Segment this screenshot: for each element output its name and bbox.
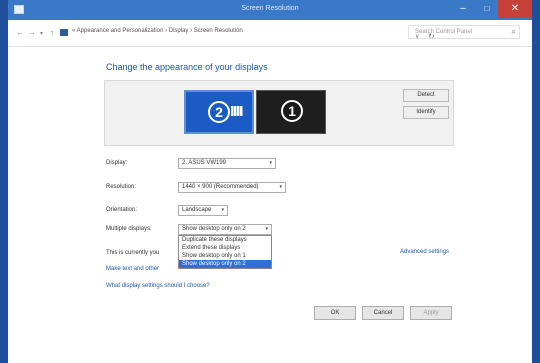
display-preview: 2 1 Detect Identify xyxy=(104,80,454,146)
monitor-1[interactable]: 1 xyxy=(256,90,326,134)
resolution-select[interactable]: 1440 × 900 (Recommended) ▾ xyxy=(178,182,286,193)
which-settings-link[interactable]: What display settings should I choose? xyxy=(106,283,210,289)
resolution-label: Resolution: xyxy=(106,184,137,190)
breadcrumb-path[interactable]: « Appearance and Personalization › Displ… xyxy=(72,28,243,34)
multiple-displays-label: Multiple displays: xyxy=(106,226,152,232)
dropdown-option-only-2[interactable]: Show desktop only on 2 xyxy=(179,260,271,268)
monitor-number: 1 xyxy=(281,100,303,122)
cancel-button[interactable]: Cancel xyxy=(362,306,404,320)
up-arrow-icon[interactable]: ↑ xyxy=(50,28,54,37)
advanced-settings-link[interactable]: Advanced settings xyxy=(400,249,449,255)
control-panel-icon xyxy=(60,29,68,36)
chevron-down-icon: ▾ xyxy=(269,160,272,166)
chevron-down-icon: ▾ xyxy=(265,226,268,232)
recent-locations-icon[interactable]: ▾ xyxy=(40,30,43,37)
forward-arrow-icon[interactable]: → xyxy=(28,28,36,37)
screen-content-icon xyxy=(231,106,243,116)
monitor-number: 2 xyxy=(208,101,230,123)
resolution-value: 1440 × 900 (Recommended) xyxy=(182,184,259,190)
search-input[interactable]: Search Control Panel ⌕ xyxy=(408,25,520,39)
back-arrow-icon[interactable]: ← xyxy=(16,28,24,37)
chevron-down-icon: ▾ xyxy=(221,207,224,213)
breadcrumb[interactable]: « Appearance and Personalization › Displ… xyxy=(60,26,435,41)
multiple-displays-dropdown: Duplicate these displays Extend these di… xyxy=(178,235,272,269)
dropdown-option-duplicate[interactable]: Duplicate these displays xyxy=(179,236,271,244)
search-placeholder: Search Control Panel xyxy=(415,29,473,35)
orientation-value: Landscape xyxy=(182,207,212,213)
ok-button[interactable]: OK xyxy=(314,306,356,320)
dropdown-option-only-1[interactable]: Show desktop only on 1 xyxy=(179,252,271,260)
monitor-2[interactable]: 2 xyxy=(184,90,254,134)
dropdown-option-extend[interactable]: Extend these displays xyxy=(179,244,271,252)
search-icon[interactable]: ⌕ xyxy=(512,27,516,37)
close-button[interactable]: ✕ xyxy=(498,0,532,18)
current-display-text: This is currently you xyxy=(106,250,160,256)
make-text-larger-link[interactable]: Make text and other xyxy=(106,266,159,272)
screen-resolution-window: Screen Resolution – □ ✕ ← → ▾ ↑ « Appear… xyxy=(8,0,532,363)
orientation-label: Orientation: xyxy=(106,207,138,213)
display-label: Display: xyxy=(106,160,128,166)
apply-button[interactable]: Apply xyxy=(410,306,452,320)
maximize-button[interactable]: □ xyxy=(476,0,498,18)
identify-button[interactable]: Identify xyxy=(403,106,449,119)
display-select[interactable]: 2. ASUS VW199 ▾ xyxy=(178,158,276,169)
address-bar: ← → ▾ ↑ « Appearance and Personalization… xyxy=(8,20,532,47)
display-value: 2. ASUS VW199 xyxy=(182,160,227,166)
minimize-button[interactable]: – xyxy=(452,0,474,18)
chevron-down-icon: ▾ xyxy=(279,184,282,190)
title-bar[interactable]: Screen Resolution – □ ✕ xyxy=(8,0,532,20)
multiple-displays-select[interactable]: Show desktop only on 2 ▾ xyxy=(178,224,272,235)
detect-button[interactable]: Detect xyxy=(403,89,449,102)
page-title: Change the appearance of your displays xyxy=(106,62,268,72)
multiple-displays-value: Show desktop only on 2 xyxy=(182,226,246,232)
orientation-select[interactable]: Landscape ▾ xyxy=(178,205,228,216)
